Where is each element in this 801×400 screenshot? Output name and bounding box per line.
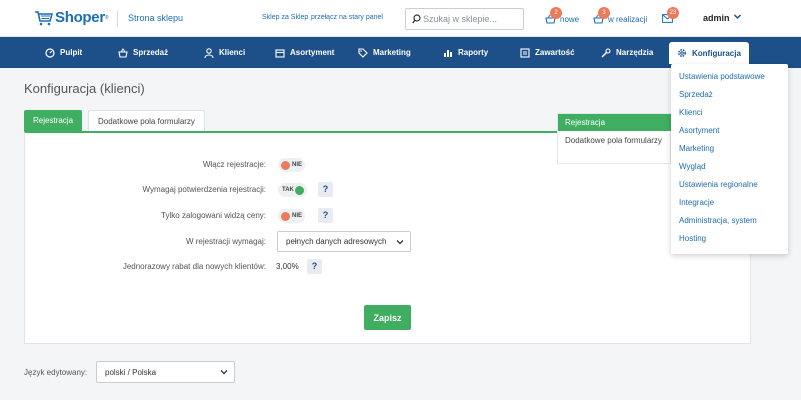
toggle-state: TAK [282, 187, 294, 193]
nav-narzedzia-label: Narzędzia [616, 48, 654, 57]
toggle-knob [281, 211, 290, 221]
nav-klienci[interactable]: Klienci [204, 37, 245, 68]
toggle-state: NIE [292, 213, 303, 219]
enable-registration-label: Włącz rejestracje: [202, 160, 266, 169]
old-panel-link[interactable]: przełącz na stary panel [311, 14, 383, 21]
store-link[interactable]: Strona sklepu [128, 13, 183, 23]
language-select[interactable]: polski / Polska [96, 361, 235, 383]
messages-badge: 23 [667, 7, 679, 19]
search-box[interactable] [405, 8, 524, 30]
menu-item-sprzedaz[interactable]: Sprzedaż [679, 90, 713, 99]
in-progress-badge: 3 [598, 7, 610, 19]
language-label: Język edytowany: [24, 368, 88, 377]
help-icon[interactable]: ? [318, 182, 333, 197]
nav-pulpit-label: Pulpit [60, 48, 83, 57]
menu-item-klienci[interactable]: Klienci [679, 108, 703, 117]
prices-logged-only-toggle[interactable]: NIE [278, 209, 305, 223]
menu-item-asortyment[interactable]: Asortyment [679, 126, 719, 135]
toggle-state: NIE [292, 162, 303, 168]
search-icon [412, 14, 421, 24]
new-orders-badge: 2 [550, 7, 562, 19]
notification-messages[interactable]: 23 [662, 7, 679, 23]
one-time-discount-label: Jednorazowy rabat dla nowych klientów: [122, 262, 266, 271]
registration-requires-select[interactable]: pełnych danych adresowych [277, 231, 411, 252]
menu-item-hosting[interactable]: Hosting [679, 234, 706, 243]
user-menu[interactable]: admin [703, 13, 730, 23]
basket-icon [118, 47, 128, 58]
content-icon [520, 47, 530, 58]
menu-item-ustawienia-podstawowe[interactable]: Ustawienia podstawowe [679, 72, 765, 81]
nav-pulpit[interactable]: Pulpit [45, 37, 82, 68]
nav-narzedzia[interactable]: Narzędzia [601, 37, 653, 68]
require-confirmation-label: Wymagaj potwierdzenia rejestracji: [142, 185, 266, 194]
logo-registered-mark: ® [104, 14, 109, 21]
new-orders-label: nowe [560, 14, 580, 24]
nav-zawartosc-label: Zawartość [535, 48, 575, 57]
chart-icon [443, 48, 453, 58]
shoper-logo[interactable]: Shoper ® [34, 9, 109, 26]
one-time-discount-value: 3,00% [276, 262, 299, 271]
side-menu-rejestracja[interactable]: Rejestracja [558, 114, 672, 131]
select-value: polski / Polska [105, 367, 157, 377]
config-dropdown-menu: Ustawienia podstawowe Sprzedaż Klienci A… [671, 64, 788, 254]
nav-klienci-label: Klienci [219, 48, 246, 57]
notification-new-orders[interactable]: 2 nowe [545, 7, 580, 24]
tools-icon [601, 47, 611, 58]
section-side-menu: Rejestracja Dodatkowe pola formularzy [557, 113, 672, 164]
nav-zawartosc[interactable]: Zawartość [520, 37, 575, 68]
nav-sprzedaz[interactable]: Sprzedaż [118, 37, 168, 68]
enable-registration-toggle[interactable]: NIE [278, 158, 305, 172]
cart-logo-icon [35, 10, 54, 25]
nav-asortyment-label: Asortyment [290, 48, 335, 57]
tab-rejestracja[interactable]: Rejestracja [24, 110, 83, 131]
box-icon [275, 48, 285, 58]
menu-item-administracja-system[interactable]: Administracja, system [679, 216, 757, 225]
tag-icon [358, 47, 368, 58]
divider [117, 11, 118, 26]
nav-raporty-label: Raporty [458, 48, 489, 57]
nav-asortyment[interactable]: Asortyment [275, 37, 334, 68]
menu-item-ustawienia-regionalne[interactable]: Ustawienia regionalne [679, 180, 758, 189]
notification-in-progress[interactable]: 3 w realizacji [593, 7, 648, 24]
save-button[interactable]: Zapisz [364, 305, 411, 330]
toggle-knob [281, 160, 290, 170]
nav-sprzedaz-label: Sprzedaż [133, 48, 169, 57]
gear-icon [677, 48, 687, 58]
nav-marketing[interactable]: Marketing [358, 37, 411, 68]
help-icon[interactable]: ? [318, 208, 333, 223]
menu-item-marketing[interactable]: Marketing [679, 144, 714, 153]
search-input[interactable] [423, 11, 521, 27]
nav-konfiguracja[interactable]: Konfiguracja [669, 42, 749, 64]
tab-dodatkowe-pola[interactable]: Dodatkowe pola formularzy [88, 110, 205, 131]
storefront-link[interactable]: Sklep za Sklep [262, 14, 308, 21]
select-value: pełnych danych adresowych [286, 237, 387, 246]
chevron-down-icon [220, 370, 228, 375]
menu-item-wyglad[interactable]: Wygląd [679, 162, 706, 171]
help-icon[interactable]: ? [307, 259, 322, 274]
nav-konfiguracja-label: Konfiguracja [692, 48, 741, 58]
toggle-knob [294, 185, 304, 195]
chevron-down-icon [396, 239, 404, 244]
user-icon [204, 47, 214, 58]
nav-raporty[interactable]: Raporty [443, 37, 488, 68]
menu-item-integracje[interactable]: Integracje [679, 198, 714, 207]
logo-text: Shoper [55, 9, 105, 26]
page-title: Konfiguracja (klienci) [24, 81, 145, 96]
nav-marketing-label: Marketing [373, 48, 411, 57]
prices-logged-only-label: Tylko zalogowani widzą ceny: [161, 211, 266, 220]
dashboard-icon [45, 47, 55, 58]
side-menu-dodatkowe-pola[interactable]: Dodatkowe pola formularzy [565, 135, 665, 146]
registration-requires-label: W rejestracji wymagaj: [185, 237, 266, 246]
in-progress-label: w realizacji [608, 14, 648, 24]
require-confirmation-toggle[interactable]: TAK [278, 183, 307, 197]
top-bar: Shoper ® Strona sklepu Sklep za Sklep prz… [0, 0, 801, 37]
chevron-down-icon[interactable] [733, 12, 742, 21]
